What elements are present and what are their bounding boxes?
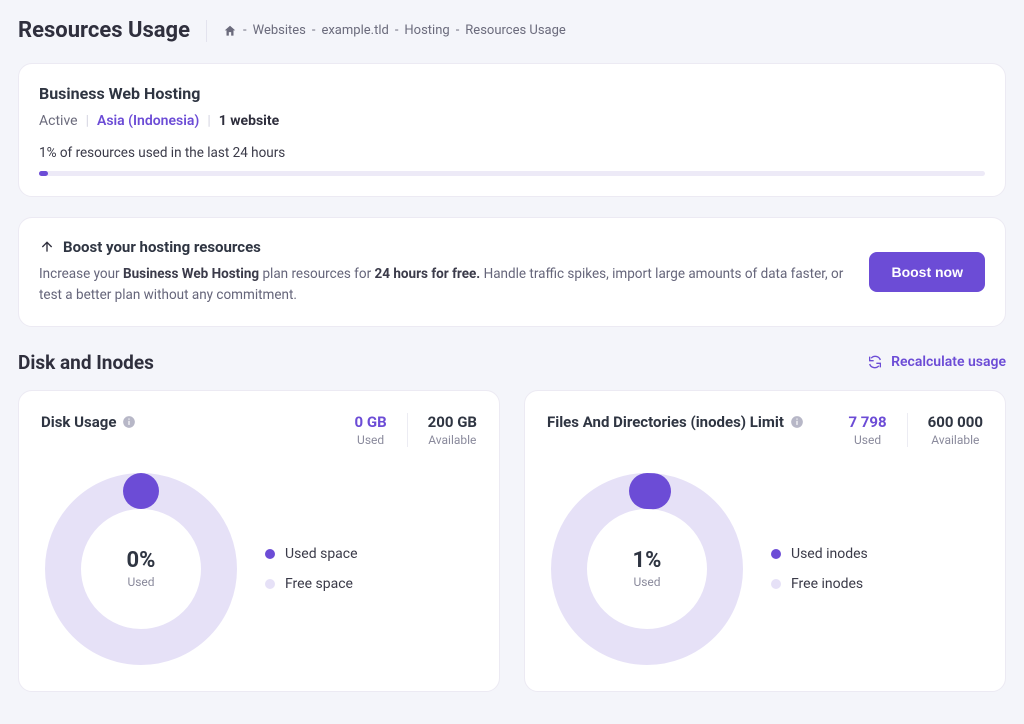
inodes-used-label: Used	[848, 433, 886, 447]
boost-now-button[interactable]: Boost now	[869, 252, 985, 292]
usage-summary-text: 1% of resources used in the last 24 hour…	[39, 145, 985, 161]
breadcrumb-item[interactable]: example.tld	[321, 23, 388, 38]
inodes-donut-chart: 1% Used	[547, 469, 747, 669]
inodes-percent-label: Used	[633, 575, 660, 589]
inodes-title: Files And Directories (inodes) Limit	[547, 413, 784, 431]
boost-card: Boost your hosting resources Increase yo…	[18, 217, 1006, 327]
breadcrumb-item[interactable]: Hosting	[404, 23, 449, 38]
legend-used-space: Used space	[265, 546, 358, 562]
inodes-used-value: 7 798	[848, 413, 886, 431]
info-icon[interactable]	[122, 415, 136, 429]
divider	[206, 20, 207, 42]
breadcrumb: - Websites - example.tld - Hosting - Res…	[223, 23, 566, 38]
legend-free-space: Free space	[265, 576, 358, 592]
boost-heading: Boost your hosting resources	[63, 238, 261, 256]
home-icon[interactable]	[223, 24, 237, 38]
disk-percent-text: 0%	[127, 548, 156, 573]
inodes-available-label: Available	[928, 433, 983, 447]
page-title: Resources Usage	[18, 18, 190, 43]
status-active: Active	[39, 113, 78, 129]
meta-separator: |	[207, 113, 210, 129]
legend-dot-free-icon	[265, 579, 275, 589]
disk-usage-title: Disk Usage	[41, 413, 116, 431]
breadcrumb-sep: -	[243, 23, 247, 38]
disk-available-label: Available	[428, 433, 477, 447]
region-link[interactable]: Asia (Indonesia)	[97, 113, 199, 129]
website-count: 1 website	[219, 113, 279, 129]
inodes-card: Files And Directories (inodes) Limit 7 7…	[524, 390, 1006, 692]
disk-percent-label: Used	[127, 575, 154, 589]
disk-usage-card: Disk Usage 0 GB Used 200 GB Available	[18, 390, 500, 692]
refresh-icon	[867, 354, 883, 370]
inodes-percent-text: 1%	[633, 548, 662, 573]
legend-dot-free-icon	[771, 579, 781, 589]
boost-description: Increase your Business Web Hosting plan …	[39, 264, 849, 306]
legend-dot-used-icon	[771, 549, 781, 559]
disk-used-value: 0 GB	[355, 413, 387, 431]
hosting-plan-name: Business Web Hosting	[39, 84, 985, 103]
legend-used-inodes: Used inodes	[771, 546, 868, 562]
arrow-up-icon	[39, 239, 55, 255]
inodes-available-value: 600 000	[928, 413, 983, 431]
breadcrumb-item: Resources Usage	[465, 23, 566, 38]
hosting-overview-card: Business Web Hosting Active | Asia (Indo…	[18, 63, 1006, 197]
legend-free-inodes: Free inodes	[771, 576, 868, 592]
meta-separator: |	[86, 113, 89, 129]
info-icon[interactable]	[790, 415, 804, 429]
usage-progress-track	[39, 171, 985, 176]
breadcrumb-sep: -	[312, 23, 316, 38]
disk-donut-chart: 0% Used	[41, 469, 241, 669]
usage-progress-fill	[39, 171, 48, 176]
breadcrumb-item[interactable]: Websites	[253, 23, 306, 38]
disk-available-value: 200 GB	[428, 413, 477, 431]
recalculate-label: Recalculate usage	[891, 354, 1006, 370]
stat-separator	[907, 413, 908, 447]
breadcrumb-sep: -	[395, 23, 399, 38]
breadcrumb-sep: -	[456, 23, 460, 38]
disk-used-label: Used	[355, 433, 387, 447]
legend-dot-used-icon	[265, 549, 275, 559]
section-title-disk-inodes: Disk and Inodes	[18, 351, 154, 374]
stat-separator	[407, 413, 408, 447]
recalculate-usage-button[interactable]: Recalculate usage	[867, 354, 1006, 370]
